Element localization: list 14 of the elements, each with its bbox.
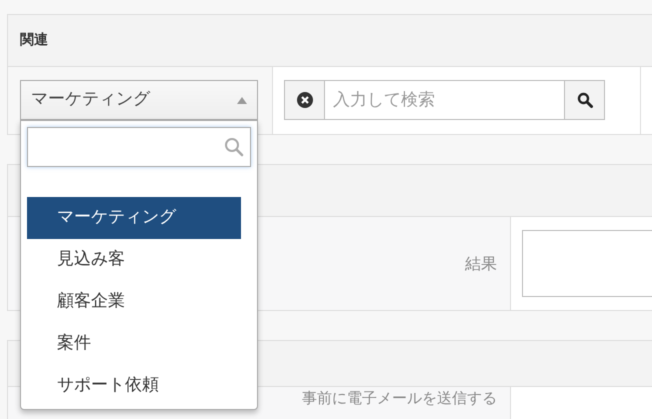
caret-icon <box>237 96 247 104</box>
dropdown-search-field[interactable] <box>27 127 251 167</box>
field-label: 結果 <box>465 252 497 274</box>
search-icon <box>576 92 592 108</box>
search-field[interactable]: 入力して検索 <box>325 80 564 120</box>
dropdown-option[interactable]: マーケティング <box>27 197 241 239</box>
search-button[interactable] <box>564 80 605 120</box>
close-icon <box>296 92 312 108</box>
result-field[interactable] <box>522 230 652 297</box>
field-label: 事前に電子メールを送信する <box>302 389 497 407</box>
clear-button[interactable] <box>284 80 325 120</box>
type-select[interactable]: マーケティング <box>20 80 258 120</box>
search-icon <box>224 137 244 157</box>
section-title: 関連 <box>20 31 48 50</box>
